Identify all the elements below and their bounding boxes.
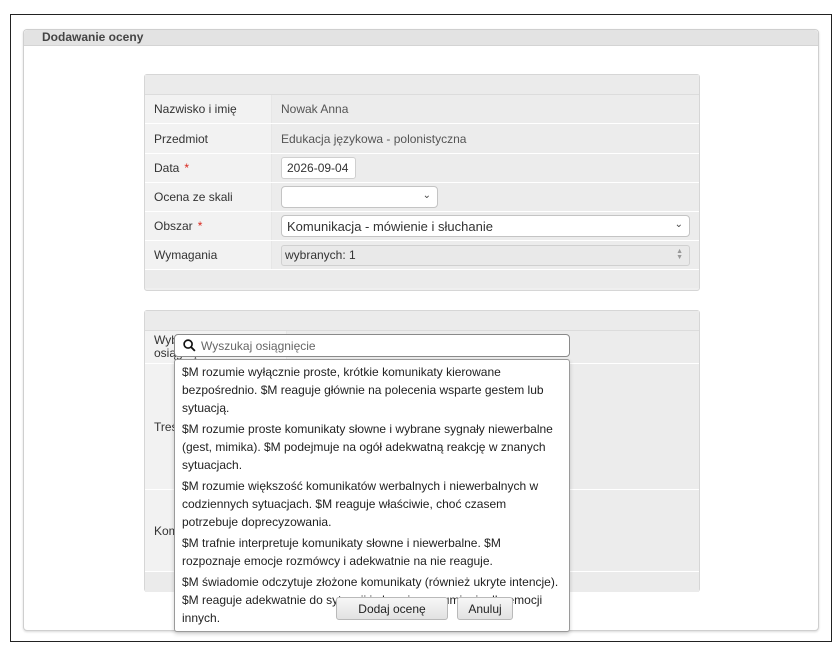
scale-label: Ocena ze skali (145, 183, 272, 211)
panel-title: Dodawanie oceny (24, 30, 818, 46)
row-scale: Ocena ze skali ⌄ (145, 183, 699, 212)
window-frame: Dodawanie oceny Nazwisko i imię Nowak An… (10, 14, 832, 642)
row-area: Obszar * Komunikacja - mówienie i słucha… (145, 212, 699, 241)
date-input[interactable]: 2026-09-04 (281, 157, 356, 179)
requirements-value: wybranych: 1 (285, 248, 356, 262)
date-label: Data (154, 161, 180, 175)
search-icon (183, 339, 196, 352)
chevron-down-icon: ⌄ (422, 190, 431, 201)
add-grade-panel: Dodawanie oceny Nazwisko i imię Nowak An… (23, 29, 819, 632)
required-marker: * (197, 219, 203, 233)
area-select-value: Komunikacja - mówienie i słuchanie (287, 218, 493, 234)
achievement-option[interactable]: $M rozumie wyłącznie proste, krótkie kom… (175, 363, 569, 417)
achievement-options-list: $M rozumie wyłącznie proste, krótkie kom… (174, 359, 570, 632)
search-placeholder: Wyszukaj osiągnięcie (201, 338, 316, 353)
up-down-arrows-icon: ▲ ▼ (676, 247, 683, 261)
row-name: Nazwisko i imię Nowak Anna (145, 95, 699, 124)
required-marker: * (184, 161, 190, 175)
subject-label: Przedmiot (145, 124, 272, 153)
requirements-label: Wymagania (145, 241, 272, 269)
subject-value: Edukacja językowa - polonistyczna (272, 124, 699, 153)
achievement-option[interactable]: $M trafnie interpretuje komunikaty słown… (175, 534, 569, 570)
achievement-option[interactable]: $M rozumie większość komunikatów werbaln… (175, 477, 569, 531)
details-box: Nazwisko i imię Nowak Anna Przedmiot Edu… (144, 74, 700, 291)
requirements-multiselect[interactable]: wybranych: 1 ▲ ▼ (281, 244, 690, 266)
row-requirements: Wymagania wybranych: 1 ▲ ▼ (145, 241, 699, 270)
achievement-search-combobox: Wyszukaj osiągnięcie $M rozumie wyłączni… (174, 334, 570, 632)
achievement-option[interactable]: $M rozumie proste komunikaty słowne i wy… (175, 420, 569, 474)
area-label: Obszar (154, 219, 193, 233)
cancel-button[interactable]: Anuluj (457, 597, 513, 620)
row-subject: Przedmiot Edukacja językowa - polonistyc… (145, 124, 699, 154)
add-grade-button[interactable]: Dodaj ocenę (336, 597, 448, 620)
chevron-down-icon: ⌄ (674, 219, 683, 230)
area-select[interactable]: Komunikacja - mówienie i słuchanie ⌄ (281, 215, 690, 237)
scale-select[interactable]: ⌄ (281, 186, 438, 208)
name-value: Nowak Anna (272, 95, 699, 123)
name-label: Nazwisko i imię (145, 95, 272, 123)
row-date: Data * 2026-09-04 (145, 154, 699, 183)
search-input[interactable]: Wyszukaj osiągnięcie (174, 334, 570, 357)
